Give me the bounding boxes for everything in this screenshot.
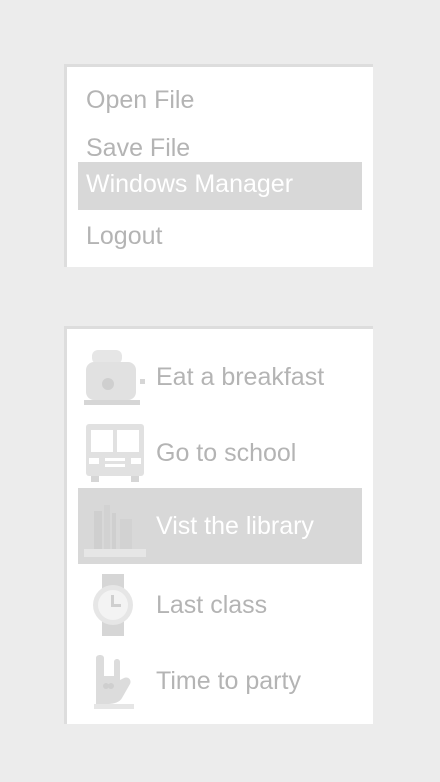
menu-item-last-class[interactable]: Last class xyxy=(78,567,362,643)
menu-item-go-to-school[interactable]: Go to school xyxy=(78,415,362,491)
watch-icon xyxy=(93,574,133,636)
menu-item-label: Last class xyxy=(156,591,268,619)
menu-item-label: Logout xyxy=(86,222,163,250)
bus-icon xyxy=(86,424,144,482)
menu-item-label: Go to school xyxy=(156,439,297,467)
menu-item-logout[interactable]: Logout xyxy=(78,222,362,254)
rock-hand-icon xyxy=(94,655,134,709)
menu-item-label: Eat a breakfast xyxy=(156,363,325,391)
toaster-icon xyxy=(84,350,145,405)
menu-item-open-file[interactable]: Open File xyxy=(78,86,362,118)
menu-item-visit-library[interactable]: Vist the library xyxy=(78,488,362,564)
file-menu: Open File Save File Windows Manager Logo… xyxy=(64,64,373,267)
menu-item-label: Vist the library xyxy=(156,512,314,540)
menu-item-label: Time to party xyxy=(156,667,301,695)
menu-item-label: Windows Manager xyxy=(86,170,294,198)
daily-menu: Eat a breakfast Go to school Vist the li… xyxy=(64,326,373,724)
menu-item-eat-breakfast[interactable]: Eat a breakfast xyxy=(78,339,362,415)
menu-item-time-to-party[interactable]: Time to party xyxy=(78,643,362,719)
menu-item-windows-manager[interactable]: Windows Manager xyxy=(78,162,362,210)
books-icon xyxy=(84,505,146,557)
menu-item-label: Save File xyxy=(86,134,191,162)
menu-item-label: Open File xyxy=(86,86,195,114)
